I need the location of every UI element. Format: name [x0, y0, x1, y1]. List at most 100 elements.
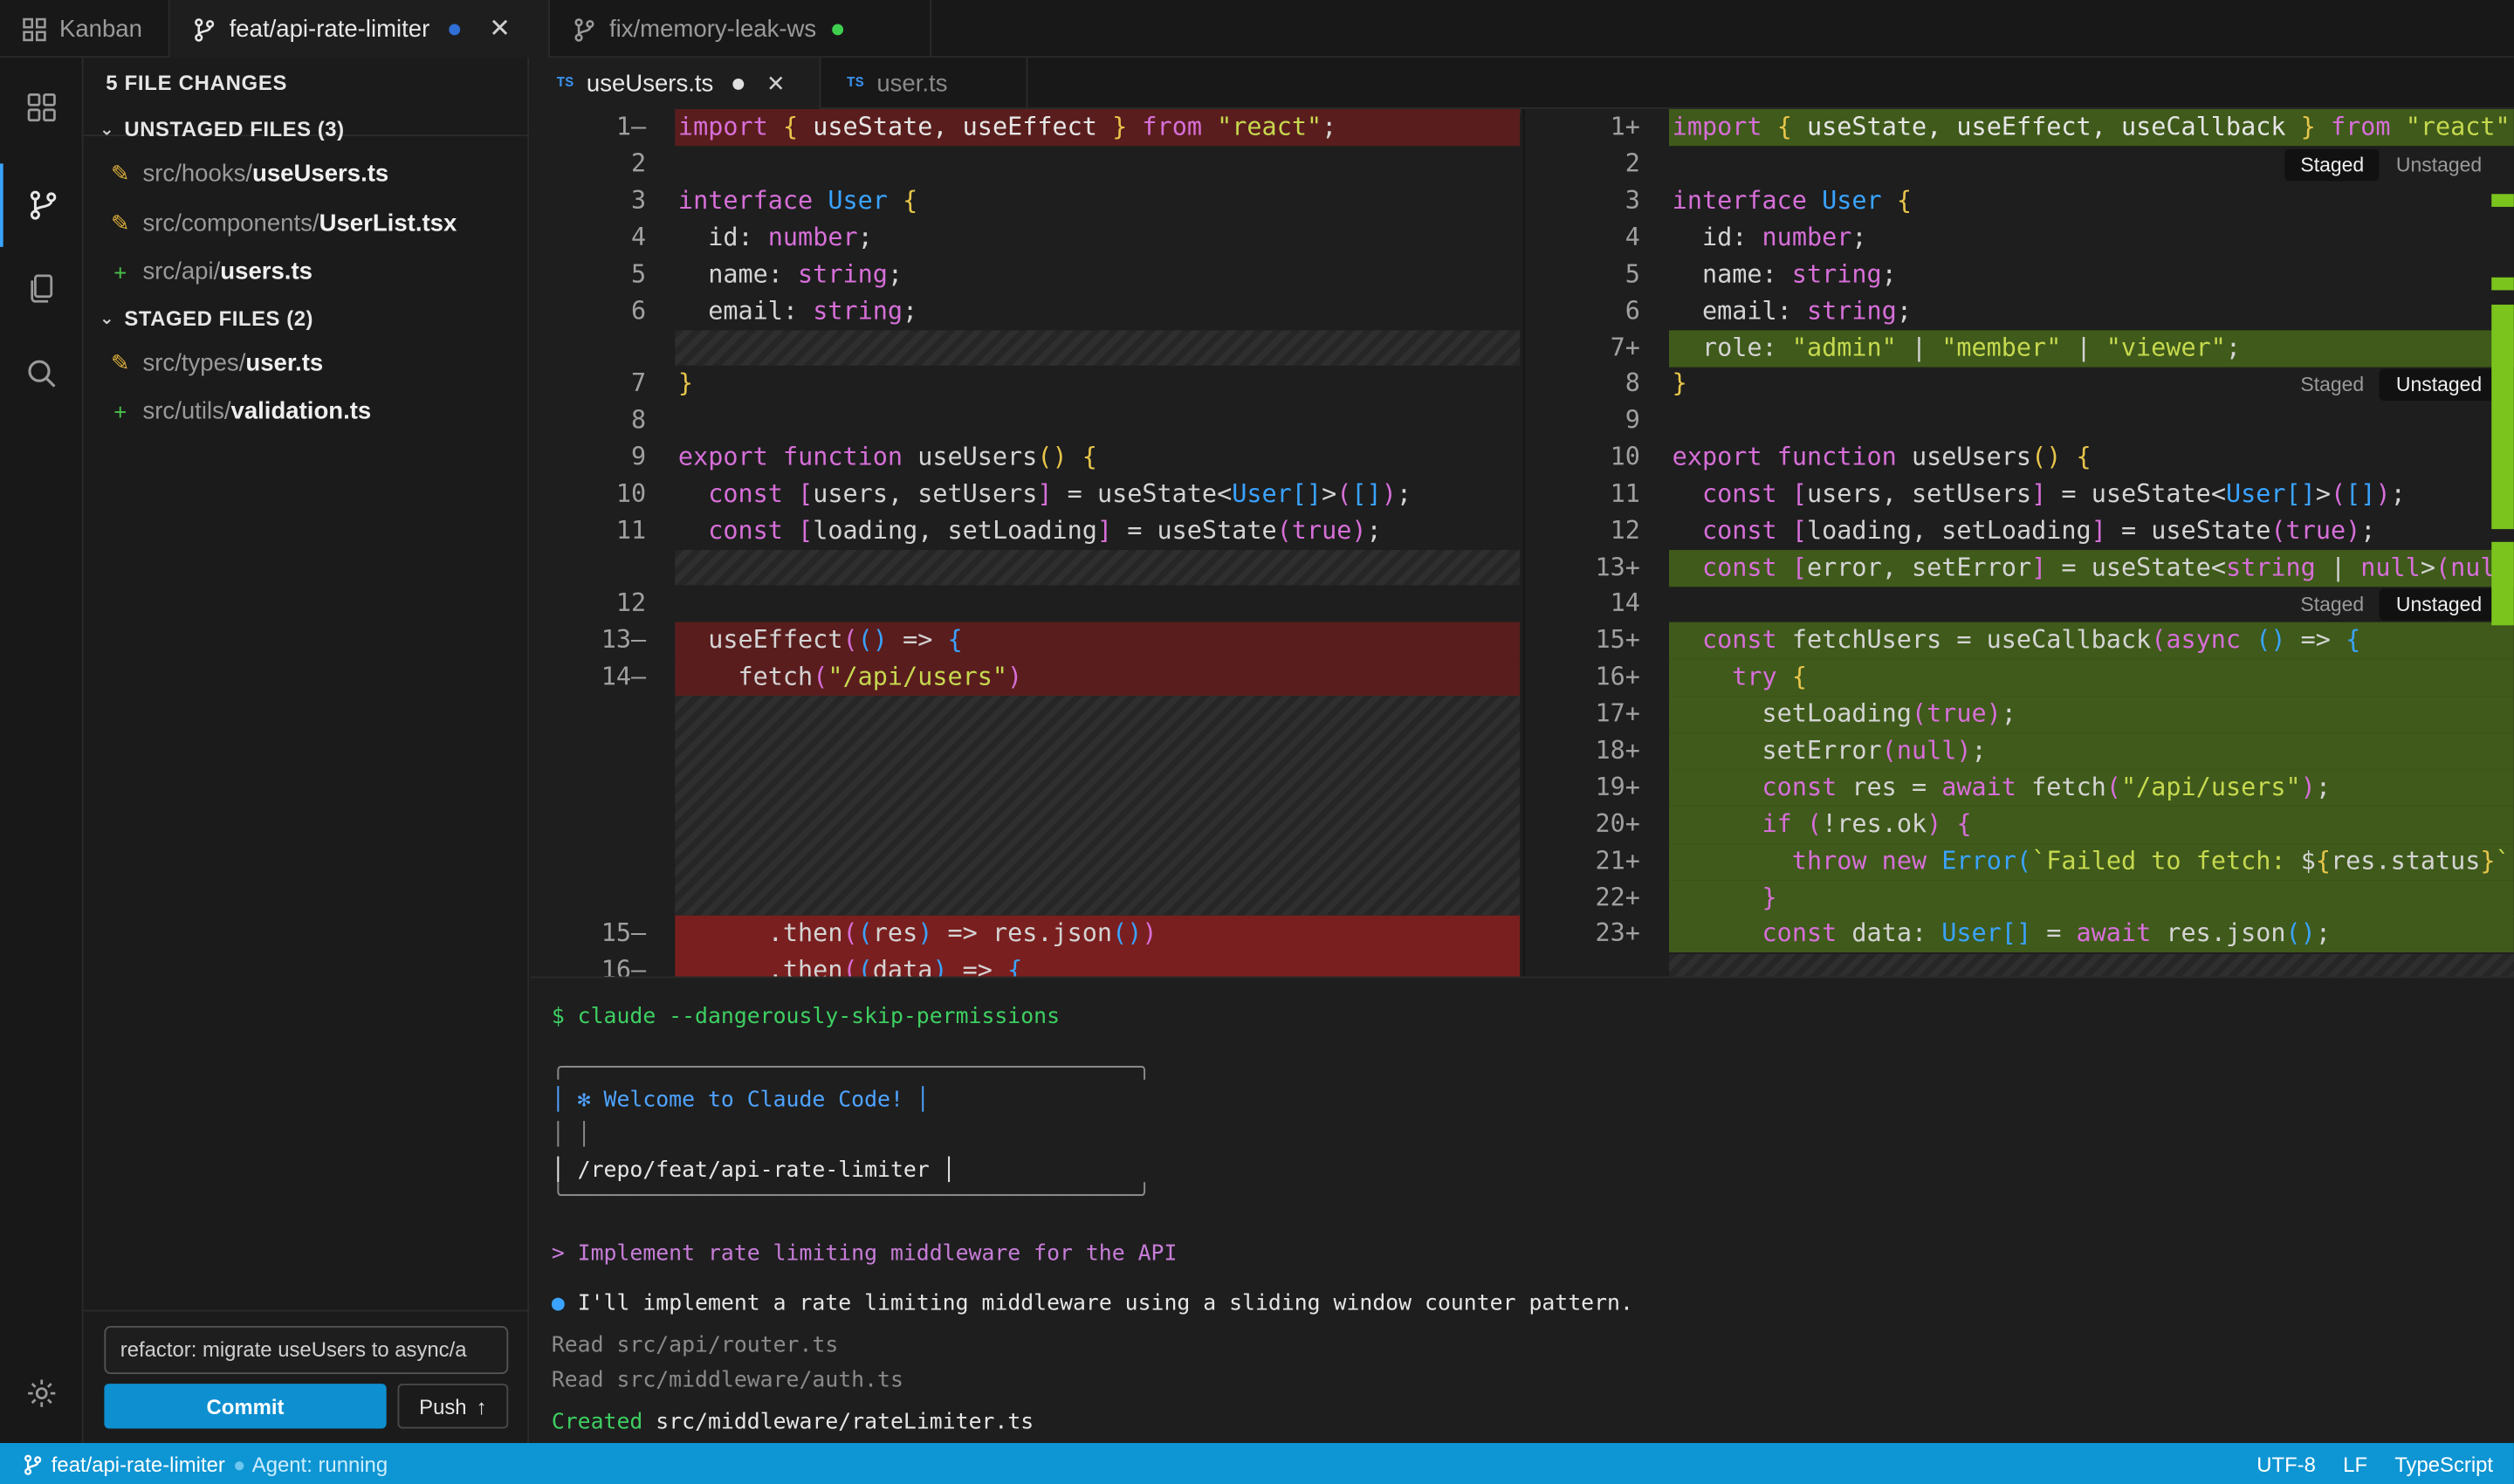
stage-toggle[interactable]: Staged Unstaged: [2284, 588, 2498, 621]
code-line-added: const res = await fetch("/api/users");: [1669, 769, 2514, 807]
tab-kanban[interactable]: Kanban: [0, 0, 170, 58]
git-branch-icon: [574, 17, 594, 41]
dashboard-button[interactable]: [0, 65, 84, 149]
git-branch-icon: [24, 1453, 42, 1474]
bullet-icon: ●: [551, 1290, 578, 1316]
source-control-sidebar: 5 FILE CHANGES ⌄ UNSTAGED FILES (3) ✎ sr…: [83, 58, 530, 1444]
diff-editor[interactable]: 1– 2 3 4 5 6 7 8 9 10 11 12 13– 14– 15– …: [530, 108, 2514, 977]
staged-option[interactable]: Staged: [2284, 148, 2380, 182]
file-dir: src/components/: [142, 210, 319, 237]
terminal-command: $ claude --dangerously-skip-permissions: [551, 1003, 1061, 1030]
code-line-added: role: "admin" | "member" | "viewer";: [1669, 330, 2514, 368]
terminal-box-line: │ │: [551, 1122, 591, 1149]
activity-bar: [0, 58, 84, 1444]
search-button[interactable]: [0, 332, 84, 416]
code-line-added: setError(null);: [1669, 732, 2514, 770]
grid-icon: [27, 93, 56, 122]
tab-label: user.ts: [876, 69, 948, 98]
file-item-unstaged[interactable]: + src/api/users.ts: [109, 258, 313, 285]
line-number: 16+: [1595, 662, 1640, 691]
language-indicator[interactable]: TypeScript: [2394, 1452, 2493, 1476]
line-number: 9: [631, 442, 647, 471]
staged-option[interactable]: Staged: [2284, 368, 2380, 402]
line-number: 14–: [601, 662, 647, 691]
file-name: UserList.tsx: [319, 210, 457, 237]
line-number: 8: [631, 405, 647, 435]
code-line: name: string;: [677, 259, 903, 289]
diff-right-pane[interactable]: 1+ 2 3 4 5 6 7+ 8 9 10 11 12 13+ 14 15+ …: [1522, 108, 2514, 977]
source-control-button[interactable]: [0, 163, 84, 247]
line-number: 13–: [601, 625, 647, 655]
status-dot: [832, 23, 844, 35]
encoding-indicator[interactable]: UTF-8: [2256, 1452, 2316, 1476]
tab-label: Kanban: [58, 15, 142, 43]
terminal-panel[interactable]: $ claude --dangerously-skip-permissions …: [530, 976, 2514, 1444]
tab-label: useUsers.ts: [586, 69, 714, 98]
commit-button[interactable]: Commit: [104, 1384, 387, 1429]
code-line: interface User {: [1672, 186, 1913, 216]
file-name: useUsers.ts: [252, 160, 389, 188]
settings-button[interactable]: [0, 1351, 84, 1435]
code-line: export function useUsers() {: [1672, 442, 2092, 471]
code-line-added: if (!res.ok) {: [1669, 806, 2514, 844]
line-number: 1–: [615, 112, 647, 141]
close-icon[interactable]: ✕: [489, 16, 511, 42]
plus-icon: +: [113, 398, 127, 424]
terminal-box-border: ╰───────────────────────────────────────…: [551, 1183, 1151, 1209]
diff-filler: [1669, 953, 2514, 977]
terminal-prompt: > Implement rate limiting middleware for…: [551, 1240, 1178, 1267]
unstaged-option[interactable]: Unstaged: [2380, 588, 2498, 621]
files-button[interactable]: [0, 247, 84, 331]
diff-filler: [675, 549, 1521, 586]
chevron-down-icon: ⌄: [99, 309, 115, 329]
file-dir: src/api/: [142, 258, 221, 285]
created-path: src/middleware/rateLimiter.ts: [656, 1409, 1034, 1435]
eol-indicator[interactable]: LF: [2343, 1452, 2367, 1476]
code-line-deleted: .then((data) => {: [675, 952, 1521, 977]
copy-icon: [31, 274, 53, 303]
line-number: 6: [1624, 296, 1640, 326]
file-item-unstaged[interactable]: ✎ src/hooks/useUsers.ts: [109, 161, 388, 188]
code-line: const [users, setUsers] = useState<User[…: [1701, 479, 2406, 509]
line-number: 22+: [1595, 883, 1640, 913]
status-bar: feat/api-rate-limiter ● Agent: running U…: [0, 1443, 2514, 1484]
status-branch[interactable]: feat/api-rate-limiter: [23, 1452, 225, 1476]
line-number: 8: [1624, 368, 1640, 398]
stage-toggle[interactable]: Staged Unstaged: [2284, 148, 2498, 182]
line-number: 14: [1610, 588, 1640, 618]
line-number: 16–: [601, 955, 647, 977]
line-number: 12: [1610, 516, 1640, 546]
unsaved-dot: [449, 24, 461, 36]
code-line: id: number;: [677, 223, 873, 252]
code-line-added: const [error, setError] = useState<strin…: [1669, 549, 2514, 587]
close-icon[interactable]: ✕: [766, 72, 786, 95]
stage-toggle[interactable]: Staged Unstaged: [2284, 368, 2498, 402]
unstaged-section-header[interactable]: ⌄ UNSTAGED FILES (3): [100, 117, 345, 141]
line-number: 13+: [1595, 553, 1640, 582]
staged-section-header[interactable]: ⌄ STAGED FILES (2): [100, 306, 313, 331]
code-line: const [loading, setLoading] = useState(t…: [1701, 516, 2376, 546]
staged-option[interactable]: Staged: [2284, 588, 2380, 621]
file-item-unstaged[interactable]: ✎ src/components/UserList.tsx: [109, 210, 457, 237]
tab-user-ts[interactable]: TS user.ts: [821, 58, 1028, 109]
unstaged-option[interactable]: Unstaged: [2380, 148, 2498, 182]
staged-label: STAGED FILES (2): [124, 306, 314, 331]
diff-left-pane[interactable]: 1– 2 3 4 5 6 7 8 9 10 11 12 13– 14– 15– …: [531, 108, 1521, 977]
file-item-staged[interactable]: ✎ src/types/user.ts: [109, 349, 323, 376]
gear-icon: [28, 1379, 56, 1407]
terminal-welcome: │ ✻ Welcome to Claude Code! │: [551, 1087, 930, 1113]
code-line-added: setLoading(true);: [1669, 696, 2514, 733]
line-number: 4: [631, 223, 647, 252]
tab-fix-memory-leak-ws[interactable]: fix/memory-leak-ws: [550, 0, 932, 58]
push-button[interactable]: Push ↑: [397, 1384, 509, 1429]
file-dir: src/types/: [142, 349, 246, 377]
file-item-staged[interactable]: + src/utils/validation.ts: [109, 398, 371, 425]
unstaged-option[interactable]: Unstaged: [2380, 368, 2498, 402]
code-line-added: import { useState, useEffect, useCallbac…: [1669, 108, 2514, 147]
tab-feat-api-rate-limiter[interactable]: feat/api-rate-limiter ✕: [169, 0, 550, 59]
line-number: 9: [1624, 405, 1640, 435]
tab-useusers-ts[interactable]: TS useUsers.ts ✕: [530, 58, 821, 109]
commit-message-input[interactable]: refactor: migrate useUsers to async/a: [104, 1325, 509, 1375]
line-number: 17+: [1595, 698, 1640, 728]
minimap-change-marker: [2491, 277, 2514, 291]
